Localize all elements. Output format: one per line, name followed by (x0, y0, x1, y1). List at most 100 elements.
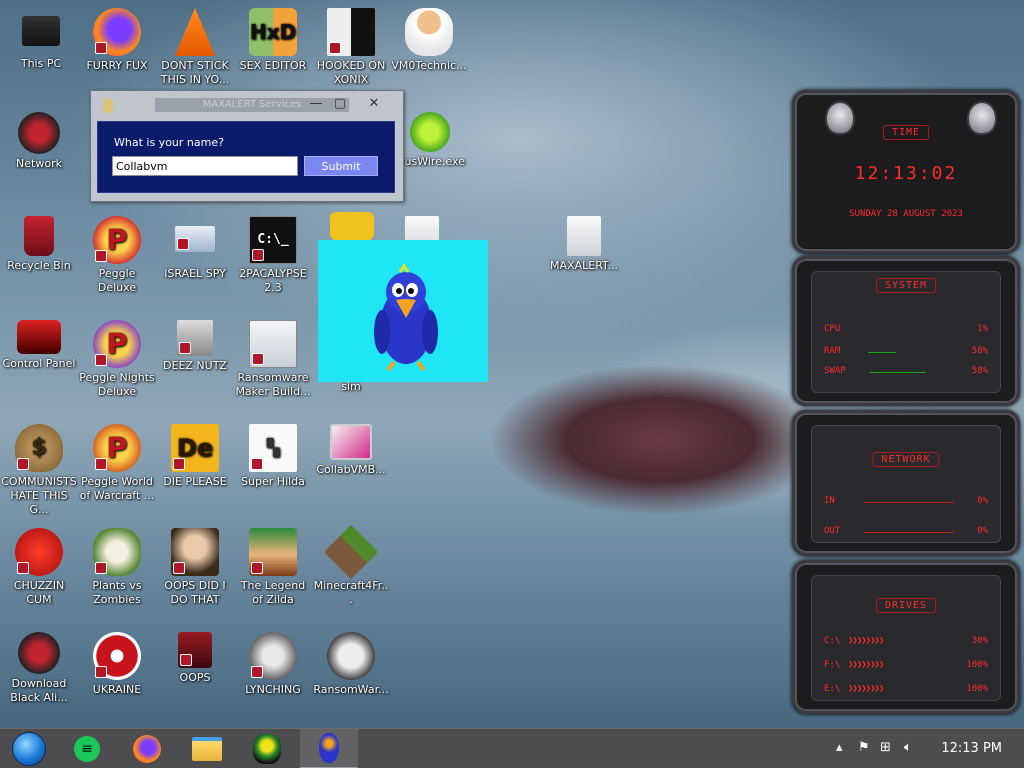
alien-head-icon (967, 101, 997, 135)
drive-row: C:\ ❯❯❯❯❯❯❯❯ 30% (824, 636, 988, 650)
in-graph (864, 502, 954, 503)
taskbar-firefox[interactable] (118, 729, 176, 768)
portrait-icon (171, 528, 219, 576)
desktop-icon-2pacalypse[interactable]: C:\_ 2PACALYPSE 2.3 (234, 216, 312, 295)
cpu-row: CPU 1% (824, 324, 988, 338)
monitor-icon (330, 424, 372, 460)
desktop-icon-dont-stick[interactable]: DONT STICK THIS IN YO... (156, 8, 234, 87)
desktop-icon-this-pc[interactable]: This PC (2, 8, 80, 71)
icon-label: RansomWar... (313, 683, 389, 696)
chevron-up-icon[interactable]: ▴ (836, 740, 843, 755)
desktop-icon-ransomware-maker[interactable]: Ransomware Maker Build... (234, 320, 312, 399)
app-icon (103, 99, 113, 113)
taskbar-bug-app[interactable] (238, 729, 296, 768)
recycle-bin-icon (24, 216, 54, 256)
file-explorer-icon (192, 737, 222, 761)
desktop-icon-furry-fux[interactable]: FURRY FUX (78, 8, 156, 73)
icon-label: VM0Technic... (391, 59, 467, 72)
chuzzle-icon (15, 528, 63, 576)
icon-label: COMMUNISTS HATE THIS G... (1, 475, 77, 516)
maximize-button[interactable]: ▢ (329, 95, 351, 113)
desktop-icon-communists[interactable]: $ COMMUNISTS HATE THIS G... (0, 424, 78, 517)
desktop-icon-legend-of-zilda[interactable]: The Legend of Zilda (234, 528, 312, 607)
limewire-icon (410, 112, 450, 152)
icon-label: Download Black Ali... (10, 677, 68, 704)
alien-head-icon (825, 101, 855, 135)
flag-icon[interactable]: ⚑ (858, 740, 870, 755)
net-in-row: IN 0% (824, 496, 988, 510)
desktop-icon-ruswire[interactable]: rusWire.exe (396, 112, 476, 169)
desktop-icon-ukraine[interactable]: UKRAINE (78, 632, 156, 697)
drive-row: F:\ ❯❯❯❯❯❯❯❯ 100% (824, 660, 988, 674)
desktop-icon-control-panel[interactable]: Control Panel (0, 320, 78, 371)
ram-row: RAM 58% (824, 346, 988, 360)
peggle-icon: P (93, 216, 141, 264)
peggle-wow-icon: P (93, 424, 141, 472)
icon-label: Peggle Deluxe (97, 267, 137, 294)
desktop-icon-peggle-wow[interactable]: P Peggle World of Warcraft ... (78, 424, 156, 503)
desktop-icon-collabvmb[interactable]: CollabVMB... (312, 424, 390, 477)
network-panel: NETWORK IN 0% OUT 0% (811, 425, 1001, 543)
taskbar-notes-app[interactable]: ≡ (58, 729, 116, 768)
vlc-cone-icon (174, 8, 216, 56)
time-header: TIME (882, 125, 930, 140)
start-button[interactable] (0, 729, 58, 768)
close-button[interactable]: ✕ (363, 95, 385, 113)
computer-icon (22, 16, 60, 46)
noose-icon (249, 632, 297, 680)
drives-gadget[interactable]: DRIVES C:\ ❯❯❯❯❯❯❯❯ 30% F:\ ❯❯❯❯❯❯❯❯ 100… (792, 560, 1020, 714)
desktop-icon-deez-nutz[interactable]: DEEZ NUTZ (156, 320, 234, 373)
desktop-icon-peggle-deluxe[interactable]: P Peggle Deluxe (78, 216, 156, 295)
desktop-icon-ransomwar[interactable]: RansomWar... (312, 632, 390, 697)
desktop-icon-israel-spy[interactable]: ISRAEL SPY (156, 216, 234, 281)
desktop-icon-lynching[interactable]: LYNCHING (234, 632, 312, 697)
network-header: NETWORK (872, 452, 940, 467)
desktop-icon-super-hilda[interactable]: ▚ Super Hilda (234, 424, 312, 489)
swap-value: 58% (971, 366, 988, 376)
desktop-icon-oops[interactable]: OOPS (156, 632, 234, 685)
start-orb-icon (12, 732, 46, 766)
desktop-icon-partial-hidden[interactable] (330, 212, 376, 242)
desktop-icon-maxalert[interactable]: MAXALERT... (544, 216, 624, 273)
grass-block-icon (323, 524, 379, 580)
control-panel-icon (17, 320, 61, 354)
system-header: SYSTEM (875, 278, 937, 293)
desktop-icon-network[interactable]: Network (0, 112, 78, 171)
desktop-icon-sex-editor[interactable]: HxD SEX EDITOR (234, 8, 312, 73)
name-input[interactable] (112, 156, 298, 176)
desktop-icon-recycle-bin[interactable]: Recycle Bin (0, 216, 78, 273)
swap-label: SWAP (824, 366, 846, 376)
taskbar-file-explorer[interactable] (178, 729, 236, 768)
dialog-body: What is your name? Submit (97, 121, 395, 193)
taskbar-bonzi[interactable] (300, 729, 358, 768)
desktop-icon-vm0technic[interactable]: VM0Technic... (390, 8, 468, 73)
desktop-icon-oops-did-i[interactable]: OOPS DID I DO THAT (156, 528, 234, 607)
taskbar-clock[interactable]: 12:13 PM (941, 741, 1002, 756)
icon-label: Ransomware Maker Build... (235, 371, 311, 398)
icon-label: MAXALERT... (550, 259, 618, 272)
name-question: What is your name? (114, 136, 224, 149)
window-app-icon (249, 320, 297, 368)
desktop-icon-minecraft[interactable]: Minecraft4Fr... (312, 524, 390, 607)
network-tray-icon[interactable]: ⊞ (880, 740, 891, 755)
desktop-icon-hooked-on-xonix[interactable]: HOOKED ON XONIX (312, 8, 390, 87)
network-gadget[interactable]: NETWORK IN 0% OUT 0% (792, 410, 1020, 556)
drive-value: 30% (971, 636, 988, 646)
dialog-titlebar[interactable]: MAXALERT Services — ▢ ✕ (91, 91, 403, 119)
drive-label: C:\ (824, 636, 841, 646)
bonzi-icon (319, 733, 339, 763)
submit-button[interactable]: Submit (304, 156, 378, 176)
desktop-icon-die-please[interactable]: De DIE PLEASE (156, 424, 234, 489)
time-gadget[interactable]: TIME 12:13:02 SUNDAY 28 AUGUST 2023 (792, 90, 1020, 254)
desktop-icon-download-black-alien[interactable]: Download Black Ali... (0, 632, 78, 705)
document-icon (567, 216, 601, 256)
volume-icon[interactable]: 🔈︎ (904, 740, 912, 755)
desktop-icon-chuzzin[interactable]: CHUZZIN CUM (0, 528, 78, 607)
bonzi-buddy-popup[interactable] (318, 240, 488, 382)
desktop-icon-peggle-nights[interactable]: P Peggle Nights Deluxe (78, 320, 156, 399)
radiation-icon (93, 632, 141, 680)
firefox-icon (133, 735, 161, 763)
minimize-button[interactable]: — (305, 95, 327, 113)
desktop-icon-plants-vs-zombies[interactable]: Plants vs Zombies (78, 528, 156, 607)
system-gadget[interactable]: SYSTEM CPU 1% RAM 58% SWAP 58% (792, 256, 1020, 406)
